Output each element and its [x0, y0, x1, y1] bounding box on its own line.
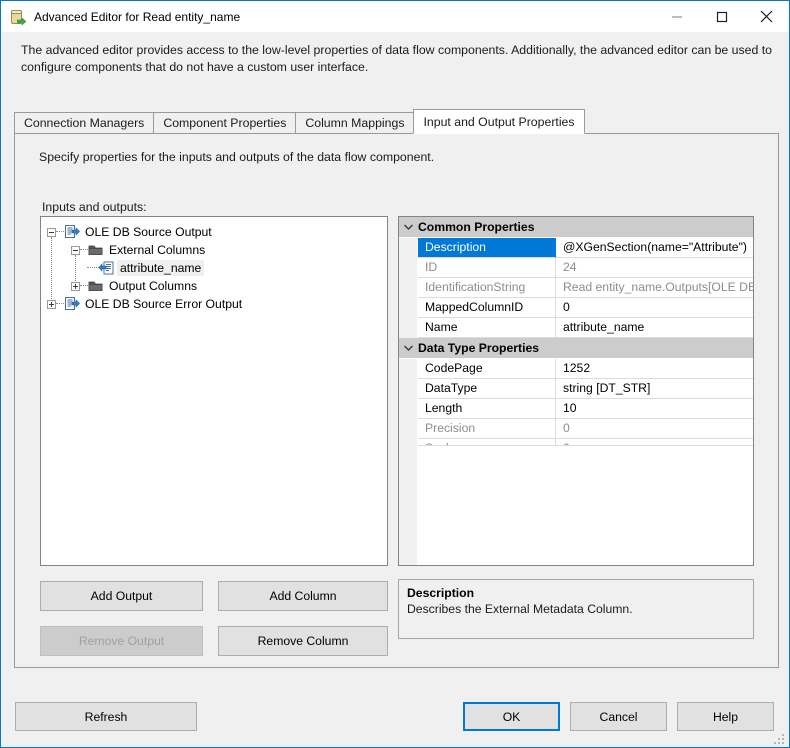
expander-minus-icon[interactable] [71, 245, 80, 255]
property-grid[interactable]: Common Properties Description @XGenSecti… [398, 216, 754, 566]
grid-category-label: Common Properties [418, 219, 535, 234]
tree-item-ole-db-source-error-output[interactable]: OLE DB Source Error Output [41, 295, 387, 313]
page-instruction: Specify properties for the inputs and ou… [39, 150, 435, 164]
grid-row-name: Name [418, 318, 556, 338]
description-panel: Description Describes the External Metad… [398, 579, 754, 639]
grid-row-precision[interactable]: Precision 0 [399, 419, 753, 439]
tab-panel: Specify properties for the inputs and ou… [14, 133, 779, 668]
grid-row-value[interactable]: 1252 [556, 359, 753, 379]
inputs-outputs-label: Inputs and outputs: [42, 200, 147, 214]
tab-component-properties[interactable]: Component Properties [153, 112, 297, 134]
grid-row-name: ID [418, 258, 556, 278]
grid-row-id[interactable]: ID 24 [399, 258, 753, 278]
grid-row-value: Read entity_name.Outputs[OLE DB [556, 278, 753, 298]
grid-empty-area [418, 445, 753, 565]
close-button[interactable] [744, 2, 789, 32]
grid-row-description[interactable]: Description @XGenSection(name="Attribute… [399, 238, 753, 258]
tab-connection-managers[interactable]: Connection Managers [14, 112, 155, 134]
grid-category-data-type-properties[interactable]: Data Type Properties [399, 338, 753, 359]
grid-row-datatype[interactable]: DataType string [DT_STR] [399, 379, 753, 399]
grid-row-value[interactable]: string [DT_STR] [556, 379, 753, 399]
grid-row-value: 24 [556, 258, 753, 278]
grid-row-value[interactable]: 10 [556, 399, 753, 419]
expander-plus-icon[interactable] [71, 281, 80, 291]
tree-item-label: OLE DB Source Error Output [85, 297, 243, 311]
grid-row-value: 0 [556, 419, 753, 439]
grid-row-name: IdentificationString [418, 278, 556, 298]
help-button[interactable]: Help [677, 702, 774, 731]
tree-item-external-columns[interactable]: External Columns [41, 241, 387, 259]
tree-item-label: attribute_name [117, 260, 205, 276]
advanced-editor-window: Advanced Editor for Read entity_name The… [0, 0, 790, 748]
grid-row-name: CodePage [418, 359, 556, 379]
grid-row-value[interactable]: 0 [556, 298, 753, 318]
inputs-outputs-tree[interactable]: OLE DB Source Output External Columns at… [40, 216, 388, 566]
add-column-button[interactable]: Add Column [218, 581, 388, 611]
grid-category-common-properties[interactable]: Common Properties [399, 217, 753, 238]
database-flow-icon [10, 9, 26, 25]
expander-plus-icon[interactable] [47, 299, 56, 309]
chevron-down-icon[interactable] [399, 224, 418, 230]
window-title: Advanced Editor for Read entity_name [34, 9, 241, 24]
grid-row-value[interactable]: @XGenSection(name="Attribute") [556, 238, 753, 258]
grid-row-name: Description [418, 238, 556, 258]
remove-output-button: Remove Output [40, 626, 203, 656]
output-icon [64, 296, 80, 312]
expander-minus-icon[interactable] [47, 227, 56, 237]
column-icon [98, 260, 115, 276]
grid-category-label: Data Type Properties [418, 340, 540, 355]
grid-row-name: Length [418, 399, 556, 419]
tree-item-ole-db-source-output[interactable]: OLE DB Source Output [41, 223, 387, 241]
cancel-button[interactable]: Cancel [570, 702, 667, 731]
add-output-button[interactable]: Add Output [40, 581, 203, 611]
tab-input-and-output-properties[interactable]: Input and Output Properties [413, 109, 585, 134]
refresh-button[interactable]: Refresh [15, 702, 197, 731]
tab-column-mappings[interactable]: Column Mappings [295, 112, 415, 134]
description-title: Description [407, 586, 475, 600]
intro-text: The advanced editor provides access to t… [21, 43, 773, 74]
green-arrow-icon [17, 17, 26, 25]
minimize-button[interactable] [654, 2, 699, 32]
grid-row-length[interactable]: Length 10 [399, 399, 753, 419]
grid-row-name: DataType [418, 379, 556, 399]
folder-icon [88, 242, 104, 258]
remove-column-button[interactable]: Remove Column [218, 626, 388, 656]
tree-item-label: External Columns [109, 243, 206, 257]
chevron-down-icon[interactable] [399, 345, 418, 351]
tree-item-label: Output Columns [109, 279, 198, 293]
output-icon [64, 224, 80, 240]
folder-icon [88, 278, 104, 294]
grid-row-mappedcolumnid[interactable]: MappedColumnID 0 [399, 298, 753, 318]
grid-row-name: MappedColumnID [418, 298, 556, 318]
tree-item-attribute-name[interactable]: attribute_name [41, 259, 387, 277]
description-text: Describes the External Metadata Column. [407, 602, 633, 616]
maximize-button[interactable] [699, 2, 744, 32]
title-bar: Advanced Editor for Read entity_name [1, 1, 789, 32]
tree-item-label: OLE DB Source Output [85, 225, 212, 239]
tab-strip: Connection Managers Component Properties… [14, 109, 779, 134]
grid-row-name[interactable]: Name attribute_name [399, 318, 753, 338]
ok-button[interactable]: OK [463, 702, 560, 731]
grid-row-name: Precision [418, 419, 556, 439]
grid-row-identificationstring[interactable]: IdentificationString Read entity_name.Ou… [399, 278, 753, 298]
grid-row-codepage[interactable]: CodePage 1252 [399, 359, 753, 379]
resize-grip[interactable] [774, 732, 786, 744]
grid-row-value[interactable]: attribute_name [556, 318, 753, 338]
tree-item-output-columns[interactable]: Output Columns [41, 277, 387, 295]
